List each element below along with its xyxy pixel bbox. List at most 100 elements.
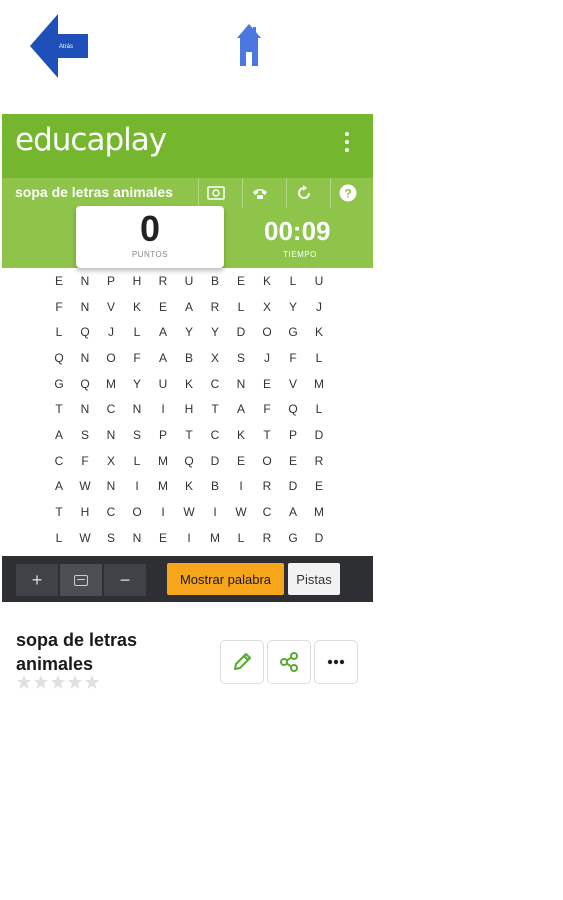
grid-cell[interactable]: O [254,448,280,474]
grid-cell[interactable]: N [72,294,98,320]
help-button[interactable]: ? [330,178,365,208]
restart-button[interactable] [286,178,321,208]
more-button[interactable] [314,640,358,684]
grid-cell[interactable]: Y [176,319,202,345]
grid-cell[interactable]: P [150,422,176,448]
grid-cell[interactable]: C [98,396,124,422]
grid-cell[interactable]: L [46,525,72,551]
grid-cell[interactable]: O [254,319,280,345]
grid-cell[interactable]: I [150,499,176,525]
home-button[interactable] [235,22,263,68]
grid-cell[interactable]: I [202,499,228,525]
grid-cell[interactable]: N [72,268,98,294]
share-button[interactable] [267,640,311,684]
grid-cell[interactable]: N [124,396,150,422]
grid-cell[interactable]: F [254,396,280,422]
grid-cell[interactable]: D [280,474,306,500]
grid-cell[interactable]: V [98,294,124,320]
grid-cell[interactable]: Y [124,371,150,397]
grid-cell[interactable]: Y [202,319,228,345]
grid-cell[interactable]: A [280,499,306,525]
grid-cell[interactable]: W [176,499,202,525]
grid-cell[interactable]: M [150,474,176,500]
grid-cell[interactable]: U [306,268,332,294]
grid-cell[interactable]: C [46,448,72,474]
grid-cell[interactable]: M [98,371,124,397]
grid-cell[interactable]: Q [280,396,306,422]
grid-cell[interactable]: L [46,319,72,345]
grid-cell[interactable]: F [46,294,72,320]
grid-cell[interactable]: L [228,294,254,320]
phone-button[interactable] [242,178,277,208]
grid-cell[interactable]: T [46,396,72,422]
grid-cell[interactable]: M [202,525,228,551]
grid-cell[interactable]: E [150,525,176,551]
grid-cell[interactable]: I [228,474,254,500]
grid-cell[interactable]: J [306,294,332,320]
screenshot-button[interactable] [198,178,233,208]
grid-cell[interactable]: R [150,268,176,294]
grid-cell[interactable]: R [202,294,228,320]
grid-cell[interactable]: O [98,345,124,371]
grid-cell[interactable]: H [176,396,202,422]
grid-cell[interactable]: K [124,294,150,320]
grid-cell[interactable]: E [228,268,254,294]
grid-cell[interactable]: D [202,448,228,474]
grid-cell[interactable]: A [150,319,176,345]
grid-cell[interactable]: F [72,448,98,474]
grid-cell[interactable]: I [176,525,202,551]
zoom-in-button[interactable]: + [16,564,58,596]
grid-cell[interactable]: F [280,345,306,371]
grid-cell[interactable]: U [150,371,176,397]
grid-cell[interactable]: I [124,474,150,500]
grid-cell[interactable]: E [254,371,280,397]
back-button[interactable]: Atrás [28,10,90,82]
grid-cell[interactable]: J [98,319,124,345]
edit-button[interactable] [220,640,264,684]
grid-cell[interactable]: D [228,319,254,345]
grid-cell[interactable]: H [124,268,150,294]
grid-cell[interactable]: J [254,345,280,371]
grid-cell[interactable]: R [254,474,280,500]
grid-cell[interactable]: C [202,422,228,448]
fit-screen-button[interactable] [60,564,102,596]
grid-cell[interactable]: K [228,422,254,448]
grid-cell[interactable]: B [176,345,202,371]
grid-cell[interactable]: Y [280,294,306,320]
grid-cell[interactable]: E [46,268,72,294]
kebab-icon[interactable] [341,132,353,160]
grid-cell[interactable]: M [150,448,176,474]
grid-cell[interactable]: K [306,319,332,345]
grid-cell[interactable]: S [124,422,150,448]
grid-cell[interactable]: E [280,448,306,474]
grid-cell[interactable]: A [150,345,176,371]
grid-cell[interactable]: O [124,499,150,525]
grid-cell[interactable]: G [280,319,306,345]
grid-cell[interactable]: M [306,371,332,397]
grid-cell[interactable]: C [254,499,280,525]
grid-cell[interactable]: U [176,268,202,294]
grid-cell[interactable]: E [306,474,332,500]
grid-cell[interactable]: A [228,396,254,422]
grid-cell[interactable]: T [46,499,72,525]
grid-cell[interactable]: S [72,422,98,448]
grid-cell[interactable]: W [72,474,98,500]
grid-cell[interactable]: X [98,448,124,474]
grid-cell[interactable]: N [98,474,124,500]
grid-cell[interactable]: S [228,345,254,371]
grid-cell[interactable]: P [280,422,306,448]
zoom-out-button[interactable]: − [104,564,146,596]
grid-cell[interactable]: T [202,396,228,422]
grid-cell[interactable]: S [98,525,124,551]
show-word-button[interactable]: Mostrar palabra [167,563,284,595]
grid-cell[interactable]: L [124,448,150,474]
grid-cell[interactable]: L [124,319,150,345]
grid-cell[interactable]: H [72,499,98,525]
grid-cell[interactable]: N [72,345,98,371]
grid-cell[interactable]: C [202,371,228,397]
grid-cell[interactable]: A [176,294,202,320]
grid-cell[interactable]: W [228,499,254,525]
grid-cell[interactable]: A [46,474,72,500]
grid-cell[interactable]: D [306,422,332,448]
grid-cell[interactable]: R [306,448,332,474]
